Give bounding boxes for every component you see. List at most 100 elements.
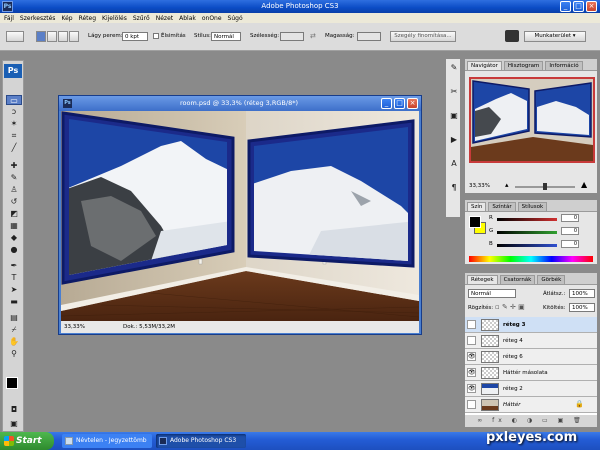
menu-view[interactable]: Nézet (156, 15, 173, 22)
lasso-tool-icon[interactable]: ↄ (6, 107, 22, 117)
tool-presets-icon[interactable]: ✂ (448, 87, 460, 97)
menu-image[interactable]: Kép (61, 15, 72, 22)
width-input[interactable] (280, 32, 304, 41)
doc-restore-icon[interactable]: □ (394, 98, 405, 109)
layer-comps-icon[interactable]: ▣ (448, 111, 460, 121)
minimize-icon[interactable]: _ (560, 1, 571, 12)
tab-layers[interactable]: Rétegek (467, 275, 498, 284)
refine-edge-button[interactable]: Szegély finomítása... (390, 31, 456, 42)
style-select[interactable]: Normál (211, 32, 241, 41)
layer-row[interactable]: 👁 réteg 2 (465, 381, 597, 397)
eyedropper-icon[interactable]: ⌿ (6, 325, 22, 335)
layer-row[interactable]: 👁 réteg 6 (465, 349, 597, 365)
restore-icon[interactable]: □ (573, 1, 584, 12)
brushes-panel-icon[interactable]: ✎ (448, 63, 460, 73)
navigator-preview[interactable] (469, 77, 595, 163)
zoom-out-icon[interactable]: ▴ (505, 181, 509, 189)
channel-r-slider[interactable] (497, 218, 557, 221)
taskbar-item-notepad[interactable]: Névtelen - Jegyzettömb (62, 434, 152, 448)
layer-visibility-toggle[interactable] (467, 336, 476, 345)
layer-row[interactable]: réteg 4 (465, 333, 597, 349)
layer-name[interactable]: réteg 6 (503, 349, 523, 365)
layer-name[interactable]: réteg 2 (503, 381, 523, 397)
character-panel-icon[interactable]: A (448, 159, 460, 169)
color-fg-swatch[interactable] (469, 216, 481, 228)
layers-footer-icons[interactable]: ∞ fx ◐ ◑ ▭ ▣ 🗑 (465, 415, 597, 427)
menu-window[interactable]: Ablak (179, 15, 196, 22)
marquee-tool-icon[interactable]: ▭ (6, 95, 22, 105)
opacity-input[interactable]: 100% (569, 289, 595, 298)
menu-layer[interactable]: Réteg (79, 15, 96, 22)
swap-icon[interactable]: ⇄ (310, 32, 316, 40)
tab-histogram[interactable]: Hisztogram (503, 61, 544, 70)
document-title-bar[interactable]: Ps room.psd @ 33,3% (réteg 3,RGB/8*) _ □… (59, 96, 421, 111)
channel-b-value[interactable]: 0 (561, 240, 579, 248)
path-selection-icon[interactable]: ➤ (6, 285, 22, 295)
shape-tool-icon[interactable]: ▬ (6, 297, 22, 307)
layer-row[interactable]: 👁 Háttér másolata (465, 365, 597, 381)
blend-mode-select[interactable]: Normál (468, 289, 516, 298)
document-size-info[interactable]: Dok.: 5,53M/33,2M (123, 321, 175, 333)
layer-visibility-toggle[interactable] (467, 400, 476, 409)
menu-select[interactable]: Kijelölés (102, 15, 127, 22)
tab-styles[interactable]: Stílusok (517, 202, 548, 211)
layer-row[interactable]: Háttér 🔒 (465, 397, 597, 413)
layer-visibility-toggle[interactable] (467, 320, 476, 329)
intersect-selection-icon[interactable] (69, 31, 79, 42)
notes-tool-icon[interactable]: ▤ (6, 313, 22, 323)
layer-name[interactable]: réteg 3 (503, 317, 525, 333)
channel-g-slider[interactable] (497, 231, 557, 234)
tab-swatches[interactable]: Színtár (488, 202, 516, 211)
menu-help[interactable]: Súgó (228, 15, 243, 22)
clone-stamp-icon[interactable]: ♙ (6, 185, 22, 195)
eraser-tool-icon[interactable]: ◩ (6, 209, 22, 219)
blur-tool-icon[interactable]: ◆ (6, 233, 22, 243)
antialias-checkbox[interactable] (153, 33, 159, 39)
start-button[interactable]: Start (0, 432, 54, 450)
menu-filter[interactable]: Szűrő (133, 15, 150, 22)
hand-tool-icon[interactable]: ✋ (6, 337, 22, 347)
doc-close-icon[interactable]: × (407, 98, 418, 109)
add-selection-icon[interactable] (47, 31, 57, 42)
fill-input[interactable]: 100% (569, 303, 595, 312)
menu-onone[interactable]: onOne (202, 15, 222, 22)
new-selection-icon[interactable] (36, 31, 46, 42)
channel-g-value[interactable]: 0 (561, 227, 579, 235)
history-brush-icon[interactable]: ↺ (6, 197, 22, 207)
tab-info[interactable]: Információ (545, 61, 583, 70)
tab-curves[interactable]: Görbék (537, 275, 566, 284)
screen-mode-icon[interactable]: ▣ (6, 419, 22, 429)
eye-icon[interactable]: 👁 (467, 352, 476, 361)
marquee-tool-preset-icon[interactable] (6, 31, 24, 42)
magic-wand-icon[interactable]: ✶ (6, 119, 22, 129)
height-input[interactable] (357, 32, 381, 41)
menu-edit[interactable]: Szerkesztés (20, 15, 56, 22)
channel-b-slider[interactable] (497, 244, 557, 247)
taskbar-item-photoshop[interactable]: Adobe Photoshop CS3 (156, 434, 246, 448)
slice-tool-icon[interactable]: ╱ (6, 143, 22, 153)
color-spectrum-bar[interactable] (469, 256, 593, 262)
tab-color[interactable]: Szín (467, 202, 487, 211)
actions-panel-icon[interactable]: ▶ (448, 135, 460, 145)
foreground-color-swatch[interactable] (6, 377, 18, 389)
zoom-in-icon[interactable]: ▲ (581, 180, 587, 189)
layer-name[interactable]: réteg 4 (503, 333, 523, 349)
crop-tool-icon[interactable]: ⌗ (6, 131, 22, 141)
zoom-readout[interactable]: 33,33% (64, 321, 85, 333)
quick-mask-icon[interactable]: ◘ (6, 405, 22, 415)
layer-row[interactable]: réteg 3 (465, 317, 597, 333)
layer-name[interactable]: Háttér (503, 397, 520, 413)
brush-tool-icon[interactable]: ✎ (6, 173, 22, 183)
eye-icon[interactable]: 👁 (467, 368, 476, 377)
canvas-image[interactable] (61, 111, 419, 321)
channel-r-value[interactable]: 0 (561, 214, 579, 222)
dodge-tool-icon[interactable]: ● (6, 245, 22, 255)
feather-input[interactable]: 0 kpt (122, 32, 148, 41)
tab-channels[interactable]: Csatornák (499, 275, 536, 284)
layer-name[interactable]: Háttér másolata (503, 365, 548, 381)
doc-minimize-icon[interactable]: _ (381, 98, 392, 109)
menu-file[interactable]: Fájl (4, 15, 14, 22)
zoom-tool-icon[interactable]: ⚲ (6, 349, 22, 359)
lock-icons[interactable]: ▫ ✎ ✛ ▣ (495, 303, 525, 311)
file-browser-icon[interactable] (505, 30, 519, 42)
